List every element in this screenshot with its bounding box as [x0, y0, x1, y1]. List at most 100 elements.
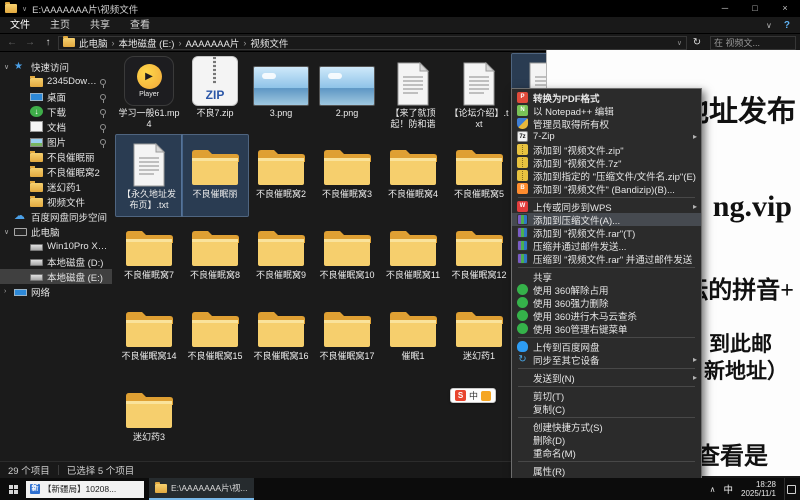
close-button[interactable]: ×	[770, 0, 800, 17]
sidebar-item[interactable]: 不良催眠丽	[0, 149, 112, 164]
file-item[interactable]: 不良催眠窝7	[116, 216, 182, 297]
menu-item[interactable]: 压缩到 "视频文件.rar" 并通过邮件发送	[512, 252, 701, 265]
file-item[interactable]: 不良催眠窝9	[248, 216, 314, 297]
sidebar-item[interactable]: 桌面	[0, 89, 112, 104]
menu-item[interactable]: 添加到压缩文件(A)...	[512, 213, 701, 226]
back-button[interactable]: ←	[4, 34, 20, 52]
menu-item[interactable]: W上传或同步到WPS▸	[512, 200, 701, 213]
sidebar-item[interactable]: 本地磁盘 (D:)	[0, 254, 112, 269]
ime-menu-icon[interactable]	[481, 391, 491, 401]
file-item[interactable]: 【永久地址发布页】.txt	[116, 135, 182, 216]
file-item[interactable]: 不良催眠窝3	[314, 135, 380, 216]
file-item[interactable]: 不良催眠窝17	[314, 297, 380, 378]
menu-item[interactable]: 管理员取得所有权	[512, 117, 701, 130]
menu-item[interactable]: P转换为PDF格式	[512, 91, 701, 104]
file-item[interactable]: ▶Player学习一般61.mp4	[116, 54, 182, 135]
menu-item[interactable]: 共享	[512, 270, 701, 283]
menu-item[interactable]: 属性(R)	[512, 464, 701, 477]
file-item[interactable]: 不良催眠窝12	[446, 216, 512, 297]
sidebar-item[interactable]: 2345Downloads	[0, 74, 112, 89]
tab-share[interactable]: 共享	[80, 17, 120, 34]
file-item[interactable]: 不良催眠窝16	[248, 297, 314, 378]
sidebar-item[interactable]: 不良催眠窝2	[0, 164, 112, 179]
menu-item[interactable]: 使用 360管理右键菜单	[512, 322, 701, 335]
file-item[interactable]: ZIP不良7.zip	[182, 54, 248, 135]
file-item[interactable]: 不良催眠窝8	[182, 216, 248, 297]
menu-item[interactable]: 添加到 "视频文件.rar"(T)	[512, 226, 701, 239]
ime-toolbar[interactable]: S 中	[450, 388, 496, 403]
menu-item[interactable]: ↻同步至其它设备▸	[512, 353, 701, 366]
file-item[interactable]: 不良催眠窝10	[314, 216, 380, 297]
file-item[interactable]: 迷幻药3	[116, 378, 182, 459]
menu-item[interactable]: 压缩并通过邮件发送...	[512, 239, 701, 252]
menu-item[interactable]: 7z7-Zip▸	[512, 130, 701, 143]
minimize-button[interactable]: ─	[710, 0, 740, 17]
menu-item[interactable]: N以 Notepad++ 编辑	[512, 104, 701, 117]
menu-item[interactable]: 剪切(T)	[512, 389, 701, 402]
maximize-button[interactable]: □	[740, 0, 770, 17]
sidebar-item[interactable]: 本地磁盘 (E:)	[0, 269, 112, 284]
ribbon-expand-icon[interactable]: ∨	[766, 21, 772, 30]
breadcrumb-item[interactable]: 本地磁盘 (E:)	[119, 36, 175, 50]
menu-item[interactable]: 复制(C)	[512, 402, 701, 415]
sidebar-item[interactable]: ∨此电脑	[0, 224, 112, 239]
action-center-button[interactable]	[784, 478, 797, 500]
up-button[interactable]: ↑	[40, 34, 56, 52]
menu-item[interactable]: 上传到百度网盘	[512, 340, 701, 353]
file-item[interactable]: 不良催眠窝5	[446, 135, 512, 216]
address-field[interactable]: 此电脑›本地磁盘 (E:)›AAAAAAA片›视频文件 ∨	[58, 36, 687, 50]
taskbar-search[interactable]: 新 【新疆局】10208...	[26, 481, 144, 498]
menu-item[interactable]: 使用 360解除占用	[512, 283, 701, 296]
address-dropdown-icon[interactable]: ∨	[677, 39, 682, 47]
expand-chevron-icon[interactable]: ∨	[4, 63, 14, 71]
menu-item[interactable]: 发送到(N)▸	[512, 371, 701, 384]
taskbar-app-explorer[interactable]: E:\AAAAAAA片\视...	[149, 478, 254, 500]
tab-file[interactable]: 文件	[0, 17, 40, 34]
sidebar-item[interactable]: 迷幻药1	[0, 179, 112, 194]
file-item[interactable]: 不良催眠窝14	[116, 297, 182, 378]
file-item[interactable]: 不良催眠丽	[182, 135, 248, 216]
search-input[interactable]	[714, 38, 792, 48]
file-item[interactable]: 不良催眠窝15	[182, 297, 248, 378]
file-item[interactable]: 迷幻药1	[446, 297, 512, 378]
sidebar-item[interactable]: 百度网盘同步空间	[0, 209, 112, 224]
file-item[interactable]: 【来了就顶起！防和谐图！抹布图集！】.txt	[380, 54, 446, 135]
help-icon[interactable]: ?	[784, 20, 790, 31]
file-item[interactable]: 不良催眠窝2	[248, 135, 314, 216]
menu-item[interactable]: 添加到 "视频文件.zip"	[512, 143, 701, 156]
sidebar-item[interactable]: Win10Pro X64 (C:)	[0, 239, 112, 254]
clock[interactable]: 18:28 2025/11/1	[741, 480, 776, 498]
file-item[interactable]: 【论坛介绍】.txt	[446, 54, 512, 135]
menu-item[interactable]: 删除(D)	[512, 433, 701, 446]
sidebar-item[interactable]: 图片	[0, 134, 112, 149]
refresh-button[interactable]: ↻	[689, 34, 705, 52]
search-box[interactable]	[710, 36, 796, 50]
file-item[interactable]: 2.png	[314, 54, 380, 135]
tab-home[interactable]: 主页	[40, 17, 80, 34]
start-button[interactable]	[0, 478, 26, 500]
file-item[interactable]: 3.png	[248, 54, 314, 135]
sidebar-item[interactable]: ∨快速访问	[0, 59, 112, 74]
file-item[interactable]: 催眠1	[380, 297, 446, 378]
menu-item[interactable]: 创建快捷方式(S)	[512, 420, 701, 433]
tab-view[interactable]: 查看	[120, 17, 160, 34]
menu-item[interactable]: 重命名(M)	[512, 446, 701, 459]
menu-item[interactable]: 使用 360强力删除	[512, 296, 701, 309]
sidebar-item[interactable]: ›网络	[0, 284, 112, 299]
sidebar-item[interactable]: 视频文件	[0, 194, 112, 209]
breadcrumb-item[interactable]: 此电脑	[79, 36, 108, 50]
file-item[interactable]: 不良催眠窝4	[380, 135, 446, 216]
expand-chevron-icon[interactable]: ∨	[4, 228, 14, 236]
ime-indicator[interactable]: 中	[723, 482, 733, 496]
menu-item[interactable]: 添加到 "视频文件.7z"	[512, 156, 701, 169]
forward-button[interactable]: →	[22, 34, 38, 52]
quick-access-toolbar-chevron-icon[interactable]: ∨	[22, 5, 27, 13]
expand-chevron-icon[interactable]: ›	[4, 288, 14, 295]
menu-item[interactable]: 添加到指定的 "压缩文件/文件名.zip"(E)	[512, 169, 701, 182]
breadcrumb-item[interactable]: 视频文件	[250, 36, 288, 50]
tray-expand-icon[interactable]: ∧	[710, 485, 716, 494]
file-item[interactable]: 不良催眠窝11	[380, 216, 446, 297]
menu-item[interactable]: 使用 360进行木马云查杀	[512, 309, 701, 322]
menu-item[interactable]: B添加到 "视频文件" (Bandizip)(B)...	[512, 182, 701, 195]
breadcrumb-item[interactable]: AAAAAAA片	[185, 36, 239, 50]
